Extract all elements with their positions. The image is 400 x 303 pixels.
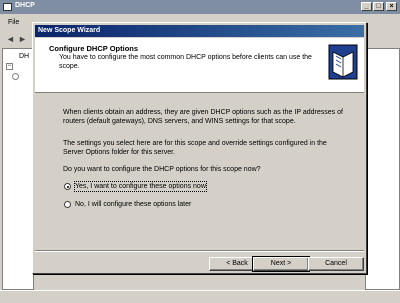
- options-description: When clients obtain an address, they are…: [63, 109, 343, 125]
- console-tree-pane[interactable]: DH −: [2, 48, 34, 290]
- radio-yes-configure-now[interactable]: Yes, I want to configure these options n…: [64, 181, 314, 192]
- radio-checked-icon[interactable]: [64, 183, 71, 190]
- settings-note: The settings you select here are for thi…: [63, 140, 327, 156]
- configure-question: Do you want to configure the DHCP option…: [63, 166, 261, 173]
- wizard-title: New Scope Wizard: [38, 27, 101, 34]
- button-separator: [35, 250, 364, 252]
- back-arrow-icon[interactable]: ◄: [6, 34, 15, 44]
- next-button[interactable]: Next >: [252, 256, 310, 272]
- minimize-button[interactable]: _: [361, 2, 372, 11]
- status-bar: [0, 290, 400, 303]
- details-pane: [365, 48, 400, 290]
- wizard-header: Configure DHCP Options You have to confi…: [35, 38, 364, 93]
- forward-arrow-icon[interactable]: ►: [18, 34, 27, 44]
- maximize-button[interactable]: □: [373, 2, 384, 11]
- server-icon: [12, 73, 19, 80]
- dhcp-app-icon: [3, 3, 12, 11]
- wizard-title-bar: New Scope Wizard: [35, 25, 364, 37]
- tree-node-dhcp[interactable]: DH: [19, 53, 29, 60]
- dhcp-window-title: DHCP: [15, 2, 35, 9]
- menu-file[interactable]: File: [8, 19, 19, 26]
- radio-no-configure-later[interactable]: No, I will configure these options later: [64, 200, 314, 210]
- page-subtitle: You have to configure the most common DH…: [59, 54, 312, 70]
- radio-no-label[interactable]: No, I will configure these options later: [75, 200, 191, 209]
- new-scope-wizard-dialog: New Scope Wizard Configure DHCP Options …: [32, 22, 367, 274]
- radio-yes-label[interactable]: Yes, I want to configure these options n…: [74, 181, 207, 192]
- page-title: Configure DHCP Options: [49, 44, 139, 53]
- dhcp-title-bar: DHCP _ □ ×: [0, 0, 400, 14]
- radio-unchecked-icon[interactable]: [64, 201, 71, 208]
- tree-expand-icon[interactable]: −: [6, 63, 13, 70]
- close-button[interactable]: ×: [386, 2, 397, 11]
- cancel-button[interactable]: Cancel: [308, 257, 364, 271]
- wizard-book-icon: [328, 44, 358, 80]
